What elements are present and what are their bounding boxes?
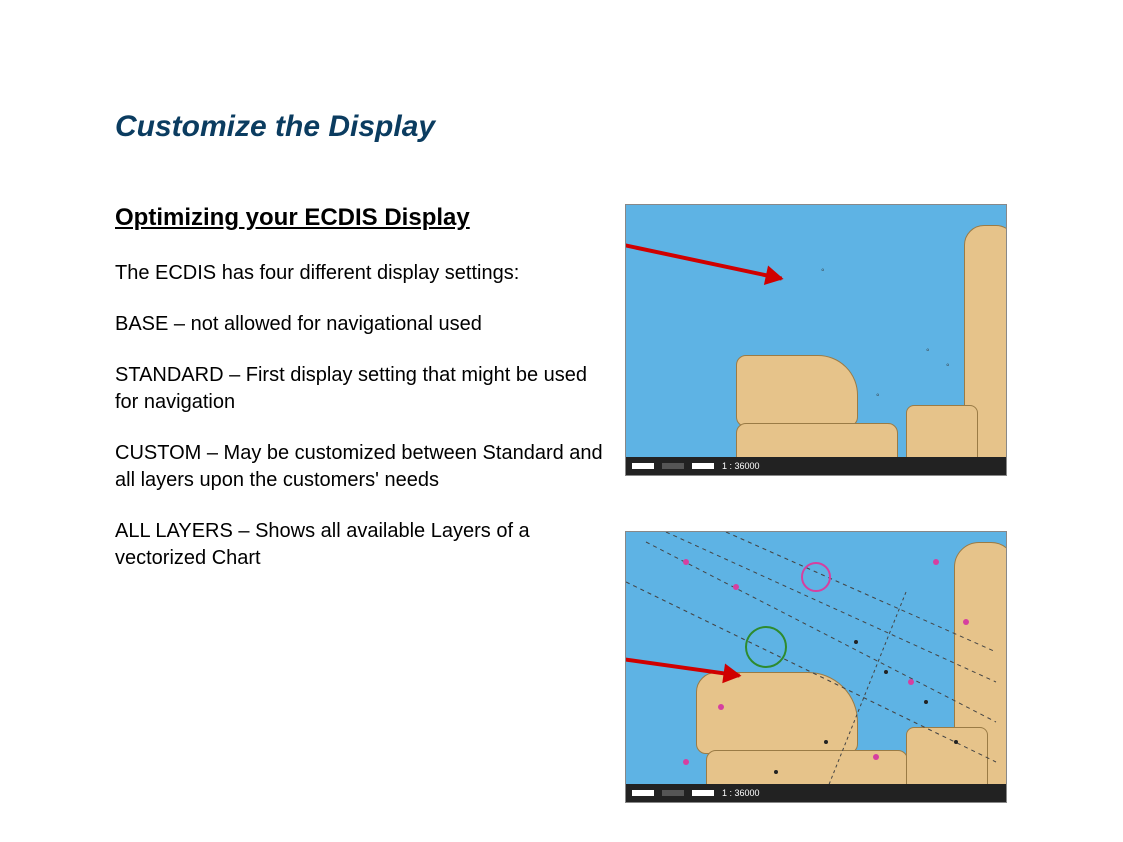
- custom-setting: CUSTOM – May be customized between Stand…: [115, 440, 605, 494]
- slide: Customize the Display Optimizing your EC…: [0, 0, 1123, 842]
- scale-bar: 1 : 36000: [626, 784, 1007, 802]
- scale-bar: 1 : 36000: [626, 457, 1007, 475]
- content-row: Optimizing your ECDIS Display The ECDIS …: [115, 204, 1063, 803]
- scale-label: 1 : 36000: [722, 788, 760, 798]
- pointer-arrow-icon: [625, 235, 782, 280]
- ecdis-chart-base: ◦ ◦ ◦ ◦ 1 : 36000: [625, 204, 1007, 476]
- image-column: ◦ ◦ ◦ ◦ 1 : 36000: [625, 204, 1063, 803]
- slide-title: Customize the Display: [115, 110, 1063, 144]
- scale-label: 1 : 36000: [722, 461, 760, 471]
- text-column: Optimizing your ECDIS Display The ECDIS …: [115, 204, 625, 803]
- all-layers-setting: ALL LAYERS – Shows all available Layers …: [115, 518, 605, 572]
- intro-paragraph: The ECDIS has four different display set…: [115, 260, 605, 287]
- subheading: Optimizing your ECDIS Display: [115, 204, 605, 232]
- standard-setting: STANDARD – First display setting that mi…: [115, 362, 605, 416]
- ecdis-chart-all-layers: 1 : 36000: [625, 531, 1007, 803]
- base-setting: BASE – not allowed for navigational used: [115, 311, 605, 338]
